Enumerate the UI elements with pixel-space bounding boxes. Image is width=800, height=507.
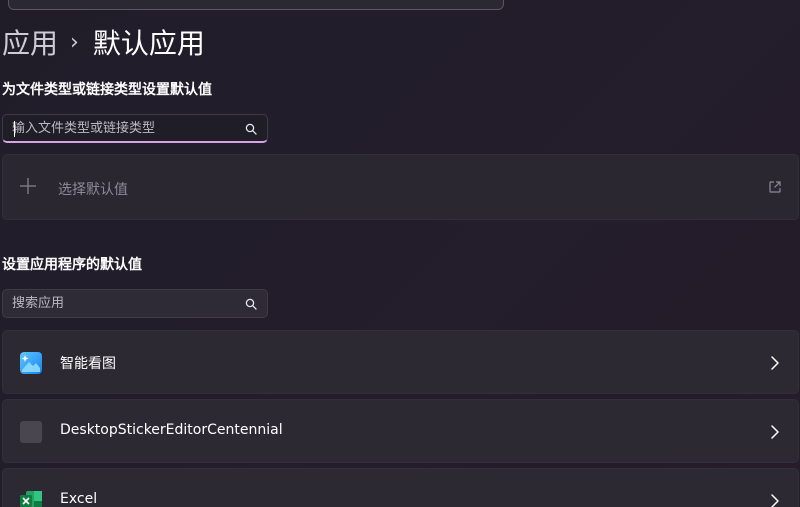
file-types-section-title: 为文件类型或链接类型设置默认值	[2, 82, 212, 98]
search-icon[interactable]	[245, 298, 257, 310]
excel-icon	[20, 491, 42, 507]
choose-default-label: 选择默认值	[58, 182, 128, 198]
file-type-search-field[interactable]	[2, 114, 268, 143]
apps-section-title: 设置应用程序的默认值	[2, 257, 142, 273]
breadcrumb-parent-apps[interactable]: 应用	[2, 22, 58, 62]
app-search-field[interactable]	[2, 289, 268, 318]
plus-icon	[20, 178, 36, 194]
app-name: Excel	[60, 491, 98, 507]
app-row-desktop-sticker-editor[interactable]: DesktopStickerEditorCentennial	[2, 399, 799, 463]
file-type-search-input[interactable]	[12, 115, 232, 141]
app-search-input[interactable]	[12, 290, 232, 317]
breadcrumb: 应用 › 默认应用	[2, 22, 205, 62]
image-viewer-app-icon	[20, 352, 42, 374]
search-icon[interactable]	[245, 123, 257, 135]
chevron-right-icon	[771, 356, 779, 370]
chevron-right-icon	[771, 494, 779, 507]
app-name: 智能看图	[60, 356, 116, 372]
app-row-excel[interactable]: Excel	[2, 468, 799, 507]
app-name: DesktopStickerEditorCentennial	[60, 422, 283, 438]
choose-default-card[interactable]: 选择默认值	[2, 154, 799, 220]
open-external-icon	[769, 181, 781, 193]
chevron-right-icon	[771, 425, 779, 439]
top-search-box[interactable]	[8, 0, 504, 10]
chevron-right-icon: ›	[70, 29, 79, 55]
page-title: 默认应用	[92, 27, 205, 60]
text-caret	[14, 121, 15, 137]
generic-app-icon	[20, 421, 42, 443]
app-row-smart-viewer[interactable]: 智能看图	[2, 330, 799, 394]
